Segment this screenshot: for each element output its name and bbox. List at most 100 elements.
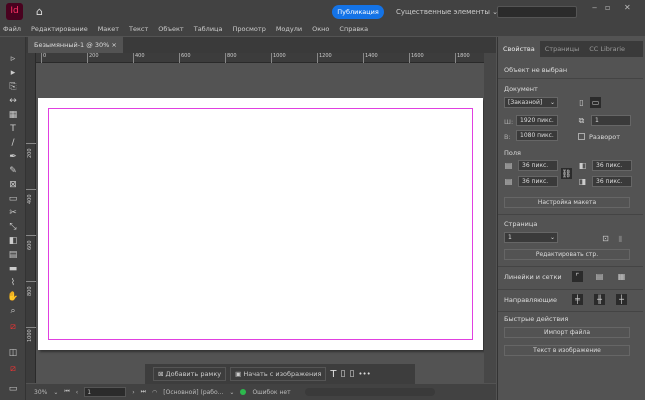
page-select[interactable]: 1 ⌄	[504, 232, 558, 243]
menu-type[interactable]: Текст	[129, 25, 148, 33]
preflight-profile[interactable]: [Основной] (рабо...	[163, 389, 223, 396]
portrait-orientation-icon[interactable]: ▯	[576, 97, 587, 108]
type-tool-icon[interactable]: T	[6, 123, 20, 135]
line-tool-icon[interactable]: /	[6, 137, 20, 149]
ruler-tick-text: 200	[27, 148, 33, 158]
text-icon[interactable]: T	[330, 369, 336, 380]
direct-selection-tool-icon[interactable]: ▸	[6, 67, 20, 79]
horizontal-scrollbar[interactable]	[304, 388, 435, 396]
pages-count-input[interactable]: 1	[591, 115, 631, 126]
pencil-tool-icon[interactable]: ✎	[6, 165, 20, 177]
gradient-feather-tool-icon[interactable]: ▤	[6, 249, 20, 261]
last-page-icon[interactable]: ⏭	[141, 388, 146, 396]
close-button[interactable]: ✕	[624, 3, 631, 12]
pen-tool-icon[interactable]: ✒	[6, 151, 20, 163]
gradient-tool-icon[interactable]: ◧	[6, 235, 20, 247]
rectangle-frame-tool-icon[interactable]: ⊠	[6, 179, 20, 191]
add-page-icon[interactable]: ⊡	[600, 233, 611, 244]
margin-bottom-input[interactable]: 36 пикс.	[518, 176, 558, 187]
page-number-input[interactable]: 1	[84, 387, 127, 397]
apply-none-icon[interactable]: ⧄	[6, 363, 20, 375]
text-to-image-button[interactable]: Текст в изображение	[504, 345, 630, 356]
edit-page-button[interactable]: Редактировать стр.	[504, 249, 630, 260]
start-with-image-button[interactable]: ▣ Начать с изображения	[230, 367, 327, 381]
margin-top-input[interactable]: 36 пикс.	[518, 160, 558, 171]
chevron-down-icon[interactable]: ⌄	[53, 389, 58, 396]
screen-mode-icon[interactable]: ▭	[6, 383, 20, 395]
page-tool-icon[interactable]: ⎘	[6, 81, 20, 93]
selection-tool-icon[interactable]: ▹	[6, 53, 20, 65]
guides-label: Направляющие	[504, 296, 557, 304]
frame-icon: ⊠	[158, 370, 164, 378]
lock-guides-icon[interactable]: ╫	[594, 294, 605, 305]
preset-select[interactable]: [Заказной] ⌄	[504, 97, 558, 108]
maximize-button[interactable]: ▫	[605, 3, 610, 12]
menu-help[interactable]: Справка	[339, 25, 368, 33]
link-margins-icon[interactable]: ⛓	[561, 168, 572, 179]
more-button[interactable]: •••	[358, 370, 370, 378]
zoom-tool-icon[interactable]: ⌕	[6, 305, 20, 317]
next-page-icon[interactable]: ›	[132, 389, 134, 396]
close-tab-icon[interactable]: ×	[111, 41, 116, 49]
first-page-icon[interactable]: ⏮	[64, 388, 69, 396]
document-icon[interactable]: ▯	[341, 369, 346, 379]
height-input[interactable]: 1080 пикс.	[516, 130, 558, 141]
document-grid-icon[interactable]: ▦	[616, 271, 627, 282]
menu-edit[interactable]: Редактирование	[31, 25, 88, 33]
margin-left-input[interactable]: 36 пикс.	[592, 160, 632, 171]
contextual-task-bar: ⊠ Добавить рамку ▣ Начать с изображения …	[145, 364, 415, 384]
chevron-down-icon[interactable]: ⌄	[229, 389, 234, 396]
margin-right-input[interactable]: 36 пикс.	[592, 176, 632, 187]
smart-guides-icon[interactable]: ┼	[616, 294, 627, 305]
document-page[interactable]	[38, 98, 483, 350]
baseline-grid-icon[interactable]: ▤	[594, 271, 605, 282]
fill-stroke-icon[interactable]: ⧄	[6, 321, 20, 333]
rulers-icon[interactable]: ⌜	[572, 271, 583, 282]
menu-table[interactable]: Таблица	[194, 25, 223, 33]
spread-checkbox[interactable]	[578, 133, 585, 140]
width-input[interactable]: 1920 пикс.	[516, 115, 558, 126]
workspace-switcher[interactable]: Существенные элементы ⌄	[396, 5, 498, 19]
menu-plugins[interactable]: Модули	[276, 25, 302, 33]
hand-tool-icon[interactable]: ✋	[6, 291, 20, 303]
delete-page-icon[interactable]: ▮	[615, 233, 626, 244]
landscape-orientation-icon[interactable]: ▭	[590, 97, 601, 108]
ruler-tick-text: 600	[27, 240, 33, 250]
menu-object[interactable]: Объект	[158, 25, 183, 33]
search-input[interactable]	[497, 6, 577, 18]
eyedropper-tool-icon[interactable]: ⌇	[6, 277, 20, 289]
rectangle-tool-icon[interactable]: ▭	[6, 193, 20, 205]
minimize-button[interactable]: ‒	[592, 3, 597, 12]
layout-adjust-button[interactable]: Настройка макета	[504, 197, 630, 208]
home-icon[interactable]: ⌂	[36, 5, 43, 18]
zoom-level[interactable]: 30%	[34, 389, 47, 396]
free-transform-tool-icon[interactable]: ⤡	[6, 221, 20, 233]
menu-file[interactable]: Файл	[3, 25, 21, 33]
ruler-tick-label: 400	[133, 53, 145, 63]
menu-layout[interactable]: Макет	[98, 25, 119, 33]
errors-status[interactable]: Ошибок нет	[252, 389, 290, 396]
menu-view[interactable]: Просмотр	[232, 25, 265, 33]
add-frame-button[interactable]: ⊠ Добавить рамку	[153, 367, 227, 381]
open-page-icon[interactable]: ◠	[152, 389, 157, 396]
page-settings-icon[interactable]: ▯	[349, 369, 354, 379]
scissors-tool-icon[interactable]: ✂	[6, 207, 20, 219]
import-file-button[interactable]: Импорт файла	[504, 327, 630, 338]
menu-window[interactable]: Окно	[312, 25, 329, 33]
content-collector-icon[interactable]: ▦	[6, 109, 20, 121]
prev-page-icon[interactable]: ‹	[76, 389, 78, 396]
vertical-ruler[interactable]: 200 400 600 800 1000	[26, 53, 36, 383]
tab-pages[interactable]: Страницы	[540, 41, 584, 57]
show-guides-icon[interactable]: ╪	[572, 294, 583, 305]
document-tab[interactable]: Безымянный-1 @ 30% ×	[28, 37, 123, 53]
vertical-scrollbar[interactable]	[484, 53, 496, 383]
formatting-container-icon[interactable]: ◫	[6, 347, 20, 359]
publish-button[interactable]: Публикация	[332, 5, 384, 19]
gap-tool-icon[interactable]: ↔	[6, 95, 20, 107]
note-tool-icon[interactable]: ▬	[6, 263, 20, 275]
divider	[498, 78, 643, 79]
tab-cc-libraries[interactable]: CC Librarie	[584, 41, 630, 57]
horizontal-ruler[interactable]: 0 200 400 600 800 1000 1200 1400 1600 1800	[36, 53, 484, 63]
tab-properties[interactable]: Свойства	[498, 41, 540, 57]
ruler-tick-text: 1000	[27, 329, 33, 342]
